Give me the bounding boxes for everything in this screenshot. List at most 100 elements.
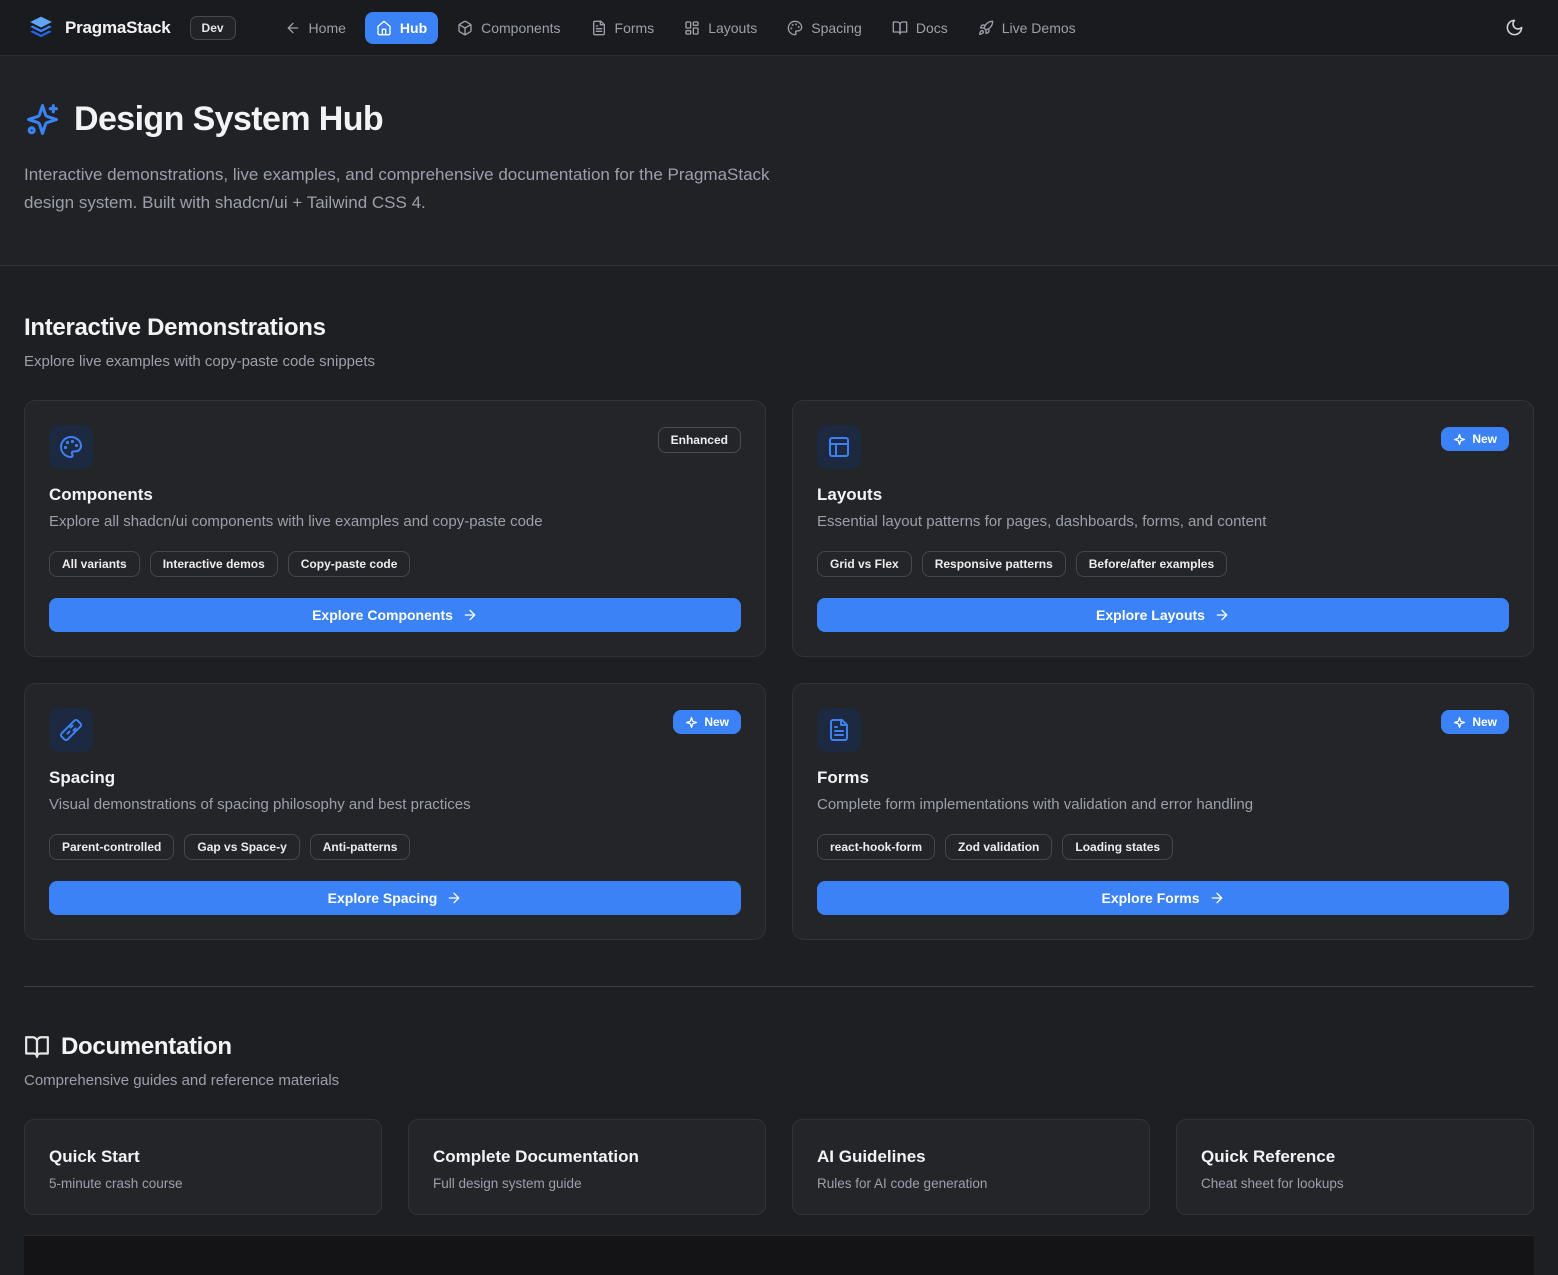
- ruler-icon: [49, 708, 93, 752]
- dev-badge: Dev: [190, 16, 236, 40]
- arrow-right-icon: [1214, 607, 1230, 623]
- nav-item-label: Components: [481, 20, 560, 36]
- palette-icon: [787, 20, 803, 36]
- tag: Zod validation: [945, 834, 1052, 860]
- nav-links: Home Hub Components Forms Layouts: [274, 12, 1087, 44]
- documentation-section: Documentation Comprehensive guides and r…: [0, 987, 1558, 1275]
- file-text-icon: [591, 20, 607, 36]
- demo-card-layouts: New Layouts Essential layout patterns fo…: [792, 400, 1534, 657]
- demo-card-forms: New Forms Complete form implementations …: [792, 683, 1534, 940]
- docs-subheading: Comprehensive guides and reference mater…: [24, 1072, 1534, 1089]
- page-description: Interactive demonstrations, live example…: [24, 161, 774, 217]
- badge-label: New: [704, 715, 729, 729]
- nav-item-label: Forms: [615, 20, 655, 36]
- tag: Interactive demos: [150, 551, 278, 577]
- card-title: Layouts: [817, 485, 1509, 505]
- card-description: Visual demonstrations of spacing philoso…: [49, 796, 741, 813]
- demos-section: Interactive Demonstrations Explore live …: [0, 266, 1558, 940]
- badge-label: New: [1472, 432, 1497, 446]
- nav-item-hub[interactable]: Hub: [365, 12, 438, 44]
- doc-card-description: 5-minute crash course: [49, 1176, 357, 1191]
- tag: Grid vs Flex: [817, 551, 912, 577]
- button-label: Explore Spacing: [328, 890, 438, 906]
- nav-item-label: Layouts: [708, 20, 757, 36]
- rocket-icon: [978, 20, 994, 36]
- arrow-left-icon: [285, 20, 301, 36]
- explore-forms-button[interactable]: Explore Forms: [817, 881, 1509, 915]
- arrow-right-icon: [1209, 890, 1225, 906]
- enhanced-badge: Enhanced: [658, 427, 741, 453]
- card-description: Complete form implementations with valid…: [817, 796, 1509, 813]
- sparkles-icon: [1453, 716, 1466, 729]
- nav-item-label: Home: [309, 20, 346, 36]
- tag: react-hook-form: [817, 834, 935, 860]
- book-open-icon: [24, 1034, 50, 1060]
- theme-toggle-button[interactable]: [1499, 12, 1530, 43]
- nav-item-spacing[interactable]: Spacing: [776, 12, 873, 44]
- new-badge: New: [1441, 427, 1509, 451]
- palette-icon: [49, 425, 93, 469]
- badge-label: New: [1472, 715, 1497, 729]
- hero-section: Design System Hub Interactive demonstrat…: [0, 56, 1558, 266]
- demos-subheading: Explore live examples with copy-paste co…: [24, 353, 1534, 370]
- tag: Responsive patterns: [922, 551, 1066, 577]
- footer-strip: [24, 1235, 1534, 1275]
- layers-logo-icon: [28, 15, 54, 41]
- tag-row: Parent-controlled Gap vs Space-y Anti-pa…: [49, 834, 741, 860]
- doc-card-complete-documentation[interactable]: Complete Documentation Full design syste…: [408, 1119, 766, 1215]
- tag-row: Grid vs Flex Responsive patterns Before/…: [817, 551, 1509, 577]
- nav-item-label: Docs: [916, 20, 948, 36]
- brand-name: PragmaStack: [65, 18, 171, 38]
- nav-item-forms[interactable]: Forms: [580, 12, 666, 44]
- nav-item-docs[interactable]: Docs: [881, 12, 959, 44]
- doc-card-title: Quick Start: [49, 1147, 357, 1167]
- demo-card-grid: Enhanced Components Explore all shadcn/u…: [24, 400, 1534, 940]
- nav-item-home[interactable]: Home: [274, 12, 357, 44]
- demos-heading: Interactive Demonstrations: [24, 314, 1534, 342]
- layout-dashboard-icon: [684, 20, 700, 36]
- box-icon: [457, 20, 473, 36]
- nav-item-label: Live Demos: [1002, 20, 1076, 36]
- doc-card-description: Full design system guide: [433, 1176, 741, 1191]
- nav-item-components[interactable]: Components: [446, 12, 571, 44]
- doc-card-title: Complete Documentation: [433, 1147, 741, 1167]
- doc-card-quick-reference[interactable]: Quick Reference Cheat sheet for lookups: [1176, 1119, 1534, 1215]
- button-label: Explore Components: [312, 607, 453, 623]
- tag: Loading states: [1062, 834, 1173, 860]
- card-title: Spacing: [49, 768, 741, 788]
- card-description: Essential layout patterns for pages, das…: [817, 513, 1509, 530]
- explore-components-button[interactable]: Explore Components: [49, 598, 741, 632]
- nav-item-layouts[interactable]: Layouts: [673, 12, 768, 44]
- tag-row: react-hook-form Zod validation Loading s…: [817, 834, 1509, 860]
- home-icon: [376, 20, 392, 36]
- nav-item-live-demos[interactable]: Live Demos: [967, 12, 1087, 44]
- sparkles-icon: [24, 101, 61, 138]
- brand[interactable]: PragmaStack Dev: [28, 15, 236, 41]
- new-badge: New: [1441, 710, 1509, 734]
- nav-item-label: Hub: [400, 20, 427, 36]
- arrow-right-icon: [462, 607, 478, 623]
- tag-row: All variants Interactive demos Copy-past…: [49, 551, 741, 577]
- doc-card-title: Quick Reference: [1201, 1147, 1509, 1167]
- button-label: Explore Layouts: [1096, 607, 1205, 623]
- card-title: Components: [49, 485, 741, 505]
- doc-card-ai-guidelines[interactable]: AI Guidelines Rules for AI code generati…: [792, 1119, 1150, 1215]
- explore-spacing-button[interactable]: Explore Spacing: [49, 881, 741, 915]
- moon-icon: [1505, 18, 1524, 37]
- arrow-right-icon: [446, 890, 462, 906]
- explore-layouts-button[interactable]: Explore Layouts: [817, 598, 1509, 632]
- docs-heading: Documentation: [61, 1033, 232, 1061]
- sparkles-icon: [1453, 433, 1466, 446]
- card-title: Forms: [817, 768, 1509, 788]
- doc-card-quick-start[interactable]: Quick Start 5-minute crash course: [24, 1119, 382, 1215]
- demo-card-components: Enhanced Components Explore all shadcn/u…: [24, 400, 766, 657]
- doc-card-description: Rules for AI code generation: [817, 1176, 1125, 1191]
- card-description: Explore all shadcn/ui components with li…: [49, 513, 741, 530]
- top-nav: PragmaStack Dev Home Hub Components Fo: [0, 0, 1558, 56]
- doc-card-description: Cheat sheet for lookups: [1201, 1176, 1509, 1191]
- file-text-icon: [817, 708, 861, 752]
- demo-card-spacing: New Spacing Visual demonstrations of spa…: [24, 683, 766, 940]
- tag: Before/after examples: [1076, 551, 1227, 577]
- panels-top-icon: [817, 425, 861, 469]
- page-title: Design System Hub: [74, 100, 383, 139]
